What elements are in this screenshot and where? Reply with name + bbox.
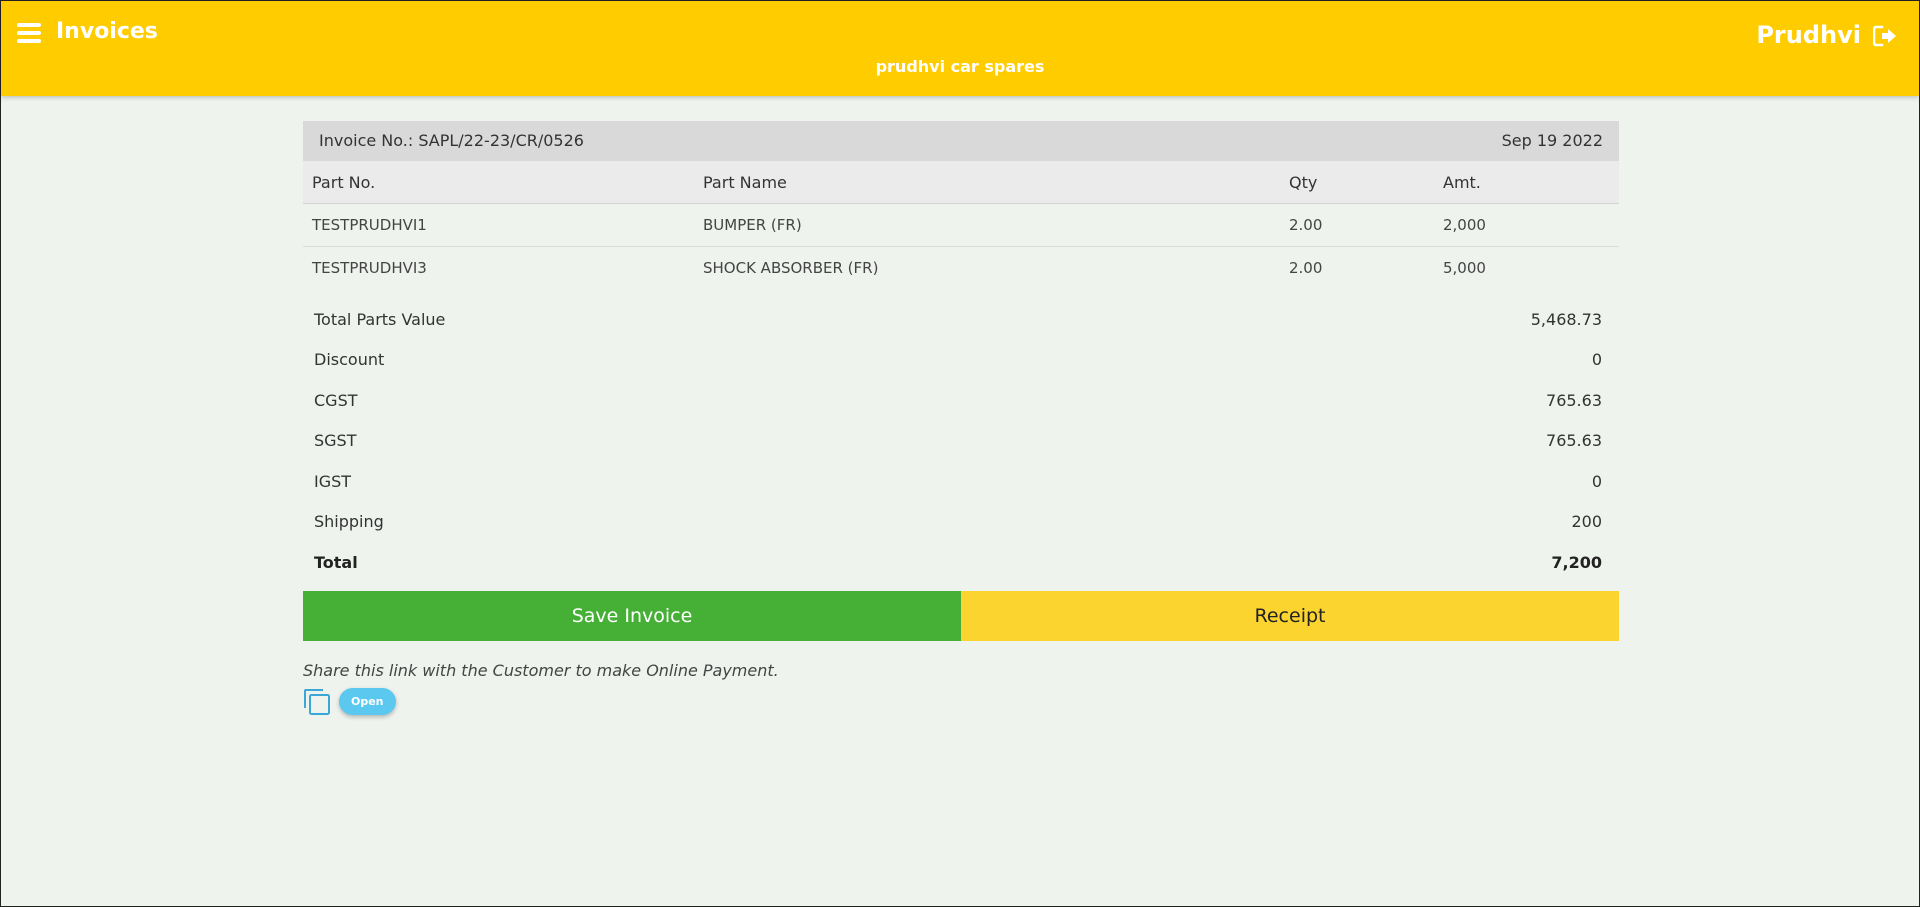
cell-amount: 2,000 <box>1434 203 1619 247</box>
summary-row-sgst: SGST 765.63 <box>303 421 1619 462</box>
invoice-date: Sep 19 2022 <box>1501 131 1603 150</box>
column-header-part-name: Part Name <box>694 161 1280 204</box>
summary-value: 0 <box>1591 471 1602 491</box>
cell-part-name: BUMPER (FR) <box>694 203 1280 247</box>
open-link-button[interactable]: Open <box>339 688 396 715</box>
table-row: TESTPRUDHVI3 SHOCK ABSORBER (FR) 2.00 5,… <box>303 247 1619 290</box>
summary-label: IGST <box>314 471 352 491</box>
summary-row-shipping: Shipping 200 <box>303 502 1619 543</box>
save-invoice-button[interactable]: Save Invoice <box>303 590 961 641</box>
summary-value: 765.63 <box>1546 431 1602 451</box>
column-header-amount: Amt. <box>1434 161 1619 204</box>
summary-label: SGST <box>314 431 357 451</box>
invoice-panel: Invoice No.: SAPL/22-23/CR/0526 Sep 19 2… <box>303 121 1619 716</box>
summary-value: 0 <box>1591 350 1602 370</box>
invoice-header-bar: Invoice No.: SAPL/22-23/CR/0526 Sep 19 2… <box>303 121 1619 161</box>
summary-value: 765.63 <box>1546 390 1602 410</box>
summary-label: Discount <box>314 350 385 370</box>
hamburger-menu-icon[interactable] <box>17 23 41 43</box>
user-name: Prudhvi <box>1756 21 1861 49</box>
summary-row-discount: Discount 0 <box>303 340 1619 381</box>
column-header-qty: Qty <box>1280 161 1434 204</box>
summary-label: Total <box>314 552 358 572</box>
summary-row-total: Total 7,200 <box>303 542 1619 583</box>
cell-qty: 2.00 <box>1280 203 1434 247</box>
summary-label: Total Parts Value <box>314 309 446 329</box>
receipt-button[interactable]: Receipt <box>961 590 1619 641</box>
summary-label: Shipping <box>314 512 384 532</box>
summary-row-igst: IGST 0 <box>303 461 1619 502</box>
summary-row-cgst: CGST 765.63 <box>303 380 1619 421</box>
shop-name: prudhvi car spares <box>875 57 1045 76</box>
table-row: TESTPRUDHVI1 BUMPER (FR) 2.00 2,000 <box>303 203 1619 247</box>
copy-icon[interactable] <box>303 688 331 716</box>
cell-part-name: SHOCK ABSORBER (FR) <box>703 259 879 277</box>
column-header-part-no: Part No. <box>303 161 694 204</box>
summary-value: 200 <box>1571 512 1602 532</box>
cell-amount: 5,000 <box>1443 259 1486 277</box>
table-header-row: Part No. Part Name Qty Amt. <box>303 161 1619 204</box>
app-header: Invoices prudhvi car spares Prudhvi <box>1 1 1919 96</box>
cell-qty: 2.00 <box>1289 259 1323 277</box>
logout-icon[interactable] <box>1873 25 1897 47</box>
cell-part-no: TESTPRUDHVI3 <box>312 259 427 277</box>
cell-part-no: TESTPRUDHVI1 <box>303 203 694 247</box>
page-title: Invoices <box>56 19 158 44</box>
share-tools: Open <box>303 688 1619 716</box>
share-payment-text: Share this link with the Customer to mak… <box>303 660 779 680</box>
invoice-summary: Total Parts Value 5,468.73 Discount 0 CG… <box>303 299 1619 583</box>
invoice-number: Invoice No.: SAPL/22-23/CR/0526 <box>319 131 584 150</box>
summary-row-total-parts-value: Total Parts Value 5,468.73 <box>303 299 1619 340</box>
invoice-actions: Save Invoice Receipt <box>303 590 1619 641</box>
summary-label: CGST <box>314 390 358 410</box>
summary-value: 5,468.73 <box>1530 309 1602 329</box>
parts-table: Part No. Part Name Qty Amt. TESTPRUDHVI1… <box>303 161 1619 289</box>
summary-value: 7,200 <box>1551 552 1602 572</box>
